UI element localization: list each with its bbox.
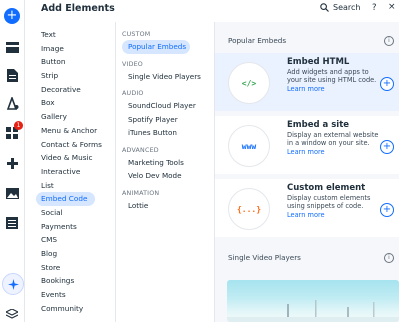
elements-panel: Popular Embeds i </> Embed HTML Add widg… bbox=[215, 22, 399, 322]
learn-more-link[interactable]: Learn more bbox=[287, 148, 325, 156]
search-label: Search bbox=[333, 3, 361, 12]
subcategory-single-video-players[interactable]: Single Video Players bbox=[122, 70, 214, 84]
custom-code-icon: {...} bbox=[228, 188, 270, 230]
category-item[interactable]: Payments bbox=[36, 220, 115, 234]
design-icon[interactable] bbox=[3, 94, 21, 112]
card-title: Embed HTML bbox=[287, 57, 350, 67]
category-item[interactable]: Video & Music bbox=[36, 151, 115, 165]
category-item[interactable]: CMS bbox=[36, 233, 115, 247]
add-element-button[interactable]: + bbox=[380, 77, 394, 91]
ai-assistant-button[interactable] bbox=[2, 273, 24, 295]
add-elements-button[interactable]: + bbox=[4, 8, 20, 24]
apps-badge: 1 bbox=[14, 121, 23, 130]
category-item[interactable]: Contact & Forms bbox=[36, 138, 115, 152]
category-item[interactable]: Community bbox=[36, 302, 115, 316]
subcategory-lottie[interactable]: Lottie bbox=[122, 199, 214, 213]
subcategory-marketing-tools[interactable]: Marketing Tools bbox=[122, 156, 214, 170]
video-player-thumbnail[interactable] bbox=[227, 280, 399, 322]
search-icon bbox=[320, 3, 329, 12]
layers-icon[interactable] bbox=[3, 305, 21, 323]
add-element-button[interactable]: + bbox=[380, 203, 394, 217]
learn-more-link[interactable]: Learn more bbox=[287, 211, 325, 219]
card-title: Embed a site bbox=[287, 120, 350, 130]
category-item[interactable]: Image bbox=[36, 42, 115, 56]
category-item[interactable]: Store bbox=[36, 261, 115, 275]
sections-icon[interactable] bbox=[3, 38, 21, 56]
category-item[interactable]: Button bbox=[36, 55, 115, 69]
card-description: Display an external website in a window … bbox=[287, 131, 379, 156]
category-item[interactable]: Gallery bbox=[36, 110, 115, 124]
cms-icon[interactable] bbox=[3, 214, 21, 232]
element-card-custom-element[interactable]: {...} Custom element Display custom elem… bbox=[215, 179, 399, 237]
category-item[interactable]: Social bbox=[36, 206, 115, 220]
group-title-advanced: ADVANCED bbox=[122, 146, 159, 154]
panel-title: Add Elements bbox=[41, 3, 115, 14]
code-icon: </> bbox=[228, 62, 270, 104]
category-item[interactable]: Decorative bbox=[36, 83, 115, 97]
subcategory-popular-embeds[interactable]: Popular Embeds bbox=[122, 40, 190, 54]
category-item[interactable]: Events bbox=[36, 288, 115, 302]
subcategory-velo-dev-mode[interactable]: Velo Dev Mode bbox=[122, 169, 214, 183]
help-button[interactable]: ? bbox=[372, 3, 377, 13]
group-title-video: VIDEO bbox=[122, 60, 143, 68]
apps-icon[interactable]: 1 bbox=[3, 121, 23, 142]
subcategory-soundcloud-player[interactable]: SoundCloud Player bbox=[122, 99, 214, 113]
media-icon[interactable] bbox=[3, 184, 21, 202]
close-button[interactable]: × bbox=[388, 2, 396, 12]
pages-icon[interactable] bbox=[3, 66, 21, 84]
section-title-single-video-players: Single Video Players bbox=[228, 253, 301, 262]
business-tools-icon[interactable] bbox=[3, 154, 21, 172]
category-list: Text Image Button Strip Decorative Box Gallery… bbox=[36, 28, 115, 315]
globe-www-icon: www bbox=[228, 125, 270, 167]
category-item[interactable]: Strip bbox=[36, 69, 115, 83]
category-item[interactable]: Embed Code bbox=[36, 192, 95, 206]
group-title-animation: ANIMATION bbox=[122, 189, 160, 197]
subcategory-spotify-player[interactable]: Spotify Player bbox=[122, 113, 214, 127]
category-item[interactable]: Box bbox=[36, 96, 115, 110]
card-description: Add widgets and apps to your site using … bbox=[287, 68, 377, 93]
section-title-popular-embeds: Popular Embeds bbox=[228, 36, 287, 45]
info-icon[interactable]: i bbox=[384, 36, 394, 46]
category-item[interactable]: Bookings bbox=[36, 274, 115, 288]
learn-more-link[interactable]: Learn more bbox=[287, 85, 325, 93]
category-item[interactable]: Blog bbox=[36, 247, 115, 261]
element-card-embed-html[interactable]: </> Embed HTML Add widgets and apps to y… bbox=[215, 53, 399, 111]
subcategory-itunes-button[interactable]: iTunes Button bbox=[122, 126, 214, 140]
group-title-custom: CUSTOM bbox=[122, 31, 151, 38]
category-item[interactable]: Text bbox=[36, 28, 115, 42]
element-card-embed-site[interactable]: www Embed a site Display an external web… bbox=[215, 116, 399, 174]
add-element-button[interactable]: + bbox=[380, 140, 394, 154]
category-item[interactable]: Interactive bbox=[36, 165, 115, 179]
card-title: Custom element bbox=[287, 183, 366, 193]
info-icon[interactable]: i bbox=[384, 253, 394, 263]
category-item[interactable]: List bbox=[36, 179, 115, 193]
divider bbox=[115, 22, 116, 322]
group-title-audio: AUDIO bbox=[122, 90, 144, 97]
card-description: Display custom elements using snippets o… bbox=[287, 194, 371, 219]
category-item[interactable]: Menu & Anchor bbox=[36, 124, 115, 138]
subcategory-list: CUSTOM Popular Embeds VIDEO Single Video… bbox=[122, 30, 214, 212]
search-button[interactable]: Search bbox=[320, 3, 360, 12]
left-rail: + 1 bbox=[0, 0, 25, 322]
